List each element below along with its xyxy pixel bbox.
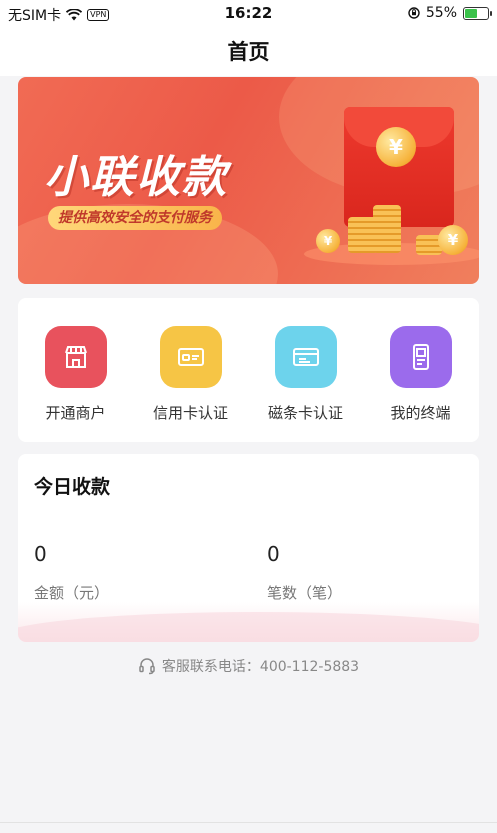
banner-title: 小联收款 [44,152,228,203]
service-grid: 开通商户 信用卡认证 磁条卡认证 我的终端 [18,298,479,442]
count-value: 0 [267,542,280,566]
storefront-icon [44,326,107,388]
banner-tagline: 提供高效安全的支付服务 [48,206,222,230]
credit-card-icon [159,326,222,388]
service-open-merchant[interactable]: 开通商户 [18,326,133,423]
coin-icon: ¥ [438,225,468,255]
today-title: 今日收款 [34,476,111,498]
service-label: 信用卡认证 [152,404,228,422]
hotline-text: 客服联系电话：400-112-5883 [161,659,360,675]
pos-terminal-icon [389,326,452,388]
customer-service-hotline[interactable]: 客服联系电话：400-112-5883 [0,656,497,676]
promo-banner[interactable]: 小联收款 提供高效安全的支付服务 ¥ ¥ ¥ [18,77,479,284]
magstripe-card-icon [274,326,337,388]
coin-stack-icon [373,205,401,253]
service-credit-card-verify[interactable]: 信用卡认证 [133,326,248,423]
amount-label: 金额（元） [34,584,110,602]
nav-bar: 首页 [0,26,497,76]
status-bar: 无SIM卡 VPN 16:22 55% [0,0,497,26]
bottom-divider [0,822,497,823]
service-label: 开通商户 [45,404,106,422]
orientation-lock-icon [408,7,420,19]
page-title: 首页 [227,40,270,64]
service-label: 我的终端 [390,404,451,422]
service-label: 磁条卡认证 [267,404,343,422]
amount-value: 0 [34,542,47,566]
count-label: 笔数（笔） [267,584,343,602]
coin-icon: ¥ [316,229,340,253]
status-right: 55% [408,5,492,21]
service-my-terminal[interactable]: 我的终端 [363,326,478,423]
battery-icon [463,6,492,20]
battery-level-fill [465,8,477,18]
coin-icon: ¥ [376,127,416,167]
service-magstripe-verify[interactable]: 磁条卡认证 [248,326,363,423]
battery-percent: 55% [425,5,457,21]
headset-icon [139,658,155,675]
today-collection-card: 今日收款 0 金额（元） 0 笔数（笔） [18,454,479,642]
